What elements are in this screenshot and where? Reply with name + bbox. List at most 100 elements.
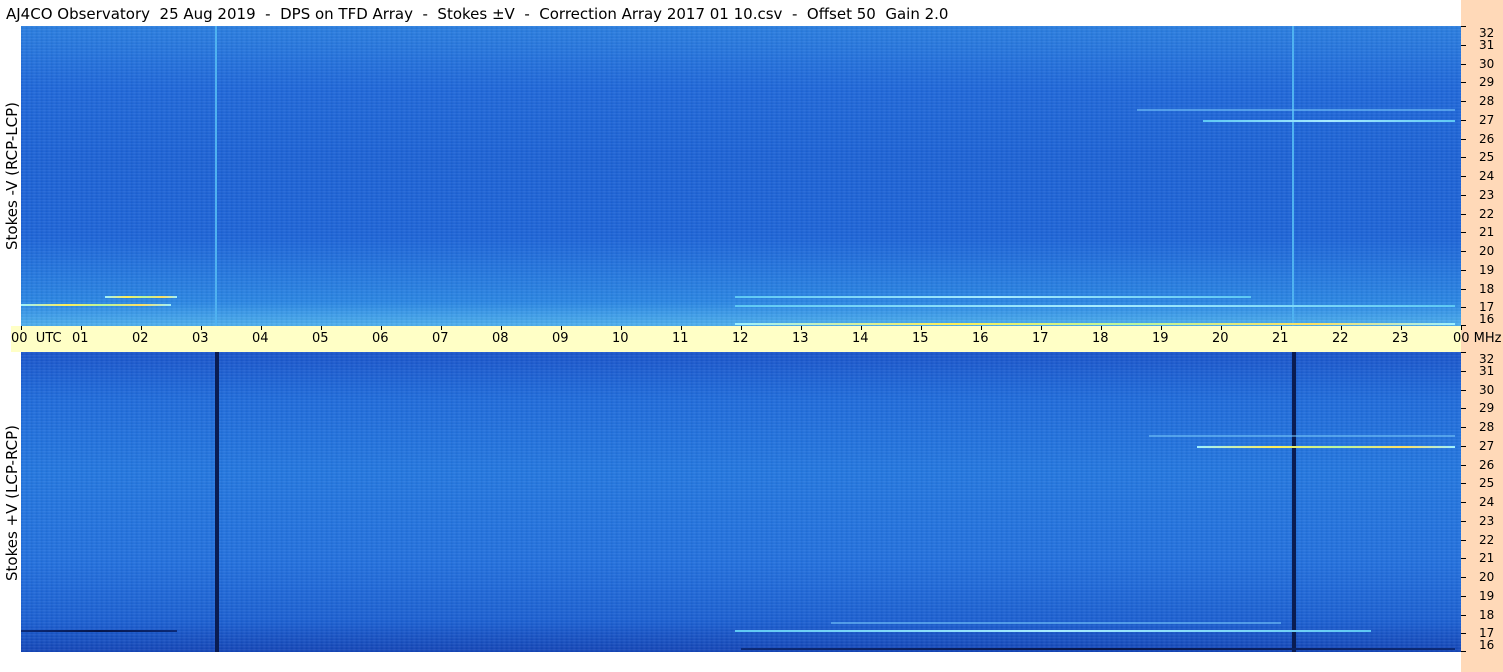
frequency-tick xyxy=(1461,26,1466,27)
page-title: AJ4CO Observatory 25 Aug 2019 - DPS on T… xyxy=(6,5,949,23)
frequency-tick xyxy=(1461,307,1466,309)
spectrogram-top xyxy=(21,26,1461,326)
time-tick-label: 06 xyxy=(372,331,389,346)
frequency-tick xyxy=(1461,194,1466,196)
spectrogram-bottom xyxy=(21,352,1461,652)
spectrogram-emission-band xyxy=(21,629,177,632)
frequency-tick-label: 30 xyxy=(1479,56,1495,71)
frequency-tick-label: 29 xyxy=(1479,401,1495,416)
frequency-tick-label: 21 xyxy=(1479,551,1495,566)
frequency-tick xyxy=(1461,427,1466,428)
time-tick-label: 04 xyxy=(252,331,269,346)
panel-label-top: Stokes -V (RCP-LCP) xyxy=(3,102,21,250)
frequency-tick xyxy=(1461,502,1466,503)
frequency-tick-label: 30 xyxy=(1479,382,1495,397)
time-tick-label: 01 xyxy=(72,331,89,346)
frequency-tick xyxy=(1461,269,1466,271)
frequency-tick xyxy=(1461,119,1466,121)
spectrogram-vertical-line xyxy=(1292,26,1294,326)
frequency-tick-label: 19 xyxy=(1479,588,1495,603)
frequency-tick-label: 22 xyxy=(1479,206,1495,221)
time-tick-label: 09 xyxy=(552,331,569,346)
time-tick-label: 10 xyxy=(612,331,629,346)
frequency-tick-label: 19 xyxy=(1479,262,1495,277)
frequency-tick xyxy=(1461,176,1466,177)
frequency-tick-label: 23 xyxy=(1479,513,1495,528)
time-tick-label: 22 xyxy=(1332,331,1349,346)
time-tick-label: 16 xyxy=(972,331,989,346)
time-tick-label: 15 xyxy=(912,331,929,346)
spectrogram-emission-band xyxy=(831,622,1281,624)
frequency-tick xyxy=(1461,539,1466,541)
time-tick-label: 19 xyxy=(1152,331,1169,346)
frequency-tick-label: 28 xyxy=(1479,94,1495,108)
frequency-tick xyxy=(1461,445,1466,447)
time-tick-label: 23 xyxy=(1392,331,1409,346)
spectrogram-emission-band xyxy=(105,296,177,298)
spectrogram-texture xyxy=(21,26,1461,326)
time-tick-label: 05 xyxy=(312,331,329,346)
frequency-tick-label: 27 xyxy=(1479,112,1495,127)
frequency-tick-label: 29 xyxy=(1479,75,1495,90)
frequency-tick xyxy=(1461,63,1466,65)
spectrogram-vertical-line xyxy=(215,26,217,326)
frequency-tick xyxy=(1461,232,1466,234)
spectrogram-emission-band xyxy=(735,296,1251,298)
time-tick-label: 12 xyxy=(732,331,749,346)
time-tick-label: 00 MHz xyxy=(1453,331,1502,346)
frequency-tick xyxy=(1461,288,1466,290)
frequency-tick xyxy=(1461,82,1466,84)
frequency-tick-label: 26 xyxy=(1479,131,1495,146)
time-tick-label: 21 xyxy=(1272,331,1289,346)
spectrogram-emission-band xyxy=(1137,108,1455,111)
frequency-tick xyxy=(1461,138,1466,140)
time-tick-label: 08 xyxy=(492,331,509,346)
time-tick-label: 17 xyxy=(1032,331,1049,346)
frequency-tick xyxy=(1461,370,1466,372)
time-axis: 00 UTC 01 02 03 04 05 06 07 08 09 10 11 12 13 14 15 16 17… xyxy=(11,326,1502,352)
frequency-tick-label: 22 xyxy=(1479,532,1495,547)
time-tick-label: 11 xyxy=(672,331,689,346)
time-tick-label: 14 xyxy=(852,331,869,346)
frequency-tick-label: 16 xyxy=(1479,638,1495,652)
frequency-tick xyxy=(1461,157,1466,159)
frequency-tick xyxy=(1461,595,1466,597)
frequency-tick-label: 20 xyxy=(1479,570,1495,584)
spectrogram-vertical-line xyxy=(1292,352,1296,652)
frequency-tick xyxy=(1461,389,1466,391)
frequency-tick-label: 25 xyxy=(1479,150,1495,165)
spectrogram-emission-band xyxy=(21,303,171,306)
time-tick-label: 13 xyxy=(792,331,809,346)
frequency-tick xyxy=(1461,101,1466,102)
frequency-tick xyxy=(1461,614,1466,616)
frequency-tick xyxy=(1461,408,1466,410)
frequency-tick xyxy=(1461,464,1466,466)
time-tick-label: 18 xyxy=(1092,331,1109,346)
frequency-tick-label: 25 xyxy=(1479,476,1495,491)
frequency-tick xyxy=(1461,558,1466,560)
time-tick-label: 02 xyxy=(132,331,149,346)
frequency-tick-label: 27 xyxy=(1479,438,1495,453)
panel-label-bottom: Stokes +V (LCP-RCP) xyxy=(3,425,21,581)
frequency-axis-bottom: 32 31 30 29 28 27 26 25 24 23 22 21 20 19 18 17 16 xyxy=(1461,352,1503,652)
spectrogram-emission-band xyxy=(1149,434,1455,437)
spectrogram-texture xyxy=(21,352,1461,652)
time-tick-label: 00 UTC xyxy=(11,331,62,346)
frequency-tick-label: 24 xyxy=(1479,169,1495,183)
spectrogram-emission-band xyxy=(741,648,1455,651)
spectrogram-vertical-line xyxy=(215,352,219,652)
frequency-axis-top: 32 31 30 29 28 27 26 25 24 23 22 21 20 19 18 17 16 xyxy=(1461,26,1503,326)
spectrogram-emission-band xyxy=(735,629,1371,632)
frequency-tick xyxy=(1461,483,1466,485)
frequency-tick-label: 21 xyxy=(1479,225,1495,240)
frequency-tick xyxy=(1461,577,1466,578)
spectrogram-emission-band xyxy=(1203,119,1455,122)
frequency-tick xyxy=(1461,633,1466,635)
frequency-tick xyxy=(1461,352,1466,353)
frequency-tick-label: 31 xyxy=(1479,363,1495,378)
frequency-tick-label: 18 xyxy=(1479,281,1495,296)
frequency-tick-label: 23 xyxy=(1479,187,1495,202)
spectrogram-emission-band xyxy=(1197,445,1455,448)
frequency-tick-label: 31 xyxy=(1479,37,1495,52)
frequency-tick xyxy=(1461,44,1466,46)
